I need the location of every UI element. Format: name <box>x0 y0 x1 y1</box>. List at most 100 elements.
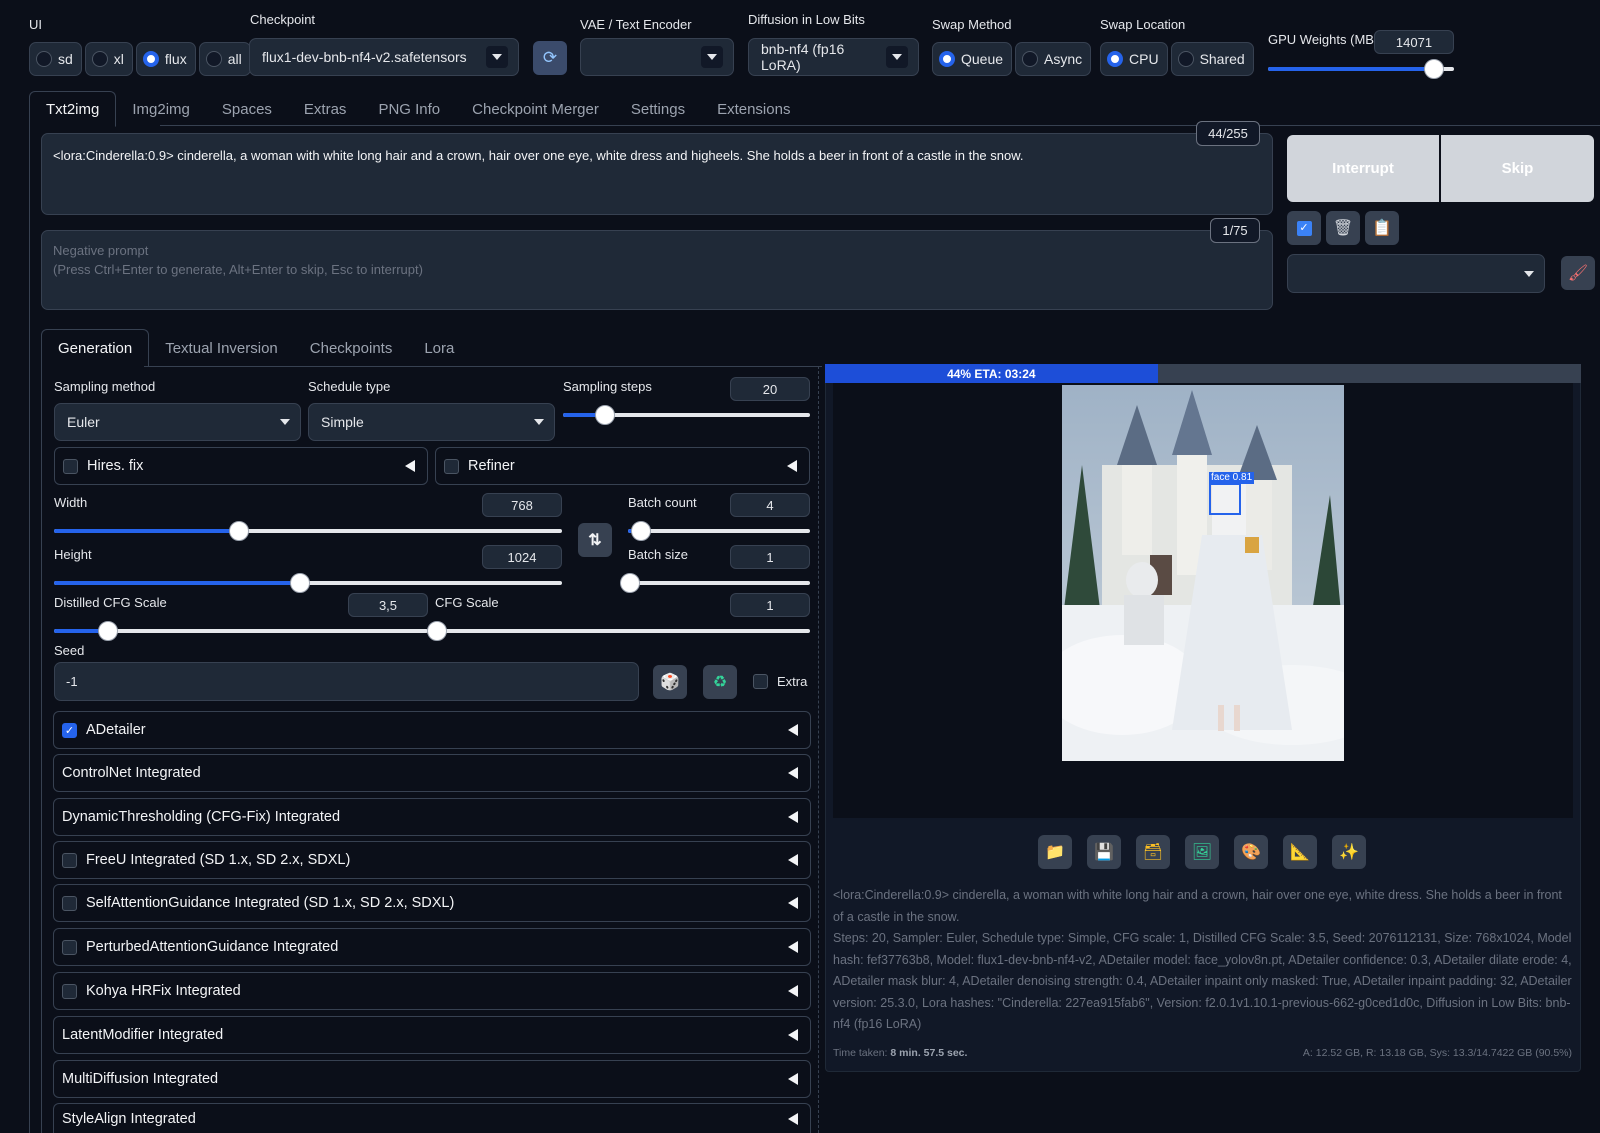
tab-lora[interactable]: Lora <box>408 329 470 367</box>
slider-handle[interactable] <box>228 521 249 541</box>
save-icon: 💾 <box>1094 844 1114 861</box>
edit-styles-button[interactable]: 🖌 <box>1561 256 1595 290</box>
gpu-weights-slider[interactable] <box>1268 59 1454 79</box>
tab-extras[interactable]: Extras <box>288 91 363 127</box>
distilled-cfg-slider[interactable] <box>54 621 428 641</box>
sampling-method-dropdown[interactable]: Euler <box>54 403 301 441</box>
height-slider[interactable] <box>54 573 562 593</box>
extra-seed-toggle[interactable]: Extra <box>753 674 807 689</box>
apply-styles-button[interactable]: ✓ <box>1287 211 1321 245</box>
swap-method-queue[interactable]: Queue <box>932 42 1013 76</box>
accordion-stylealign[interactable]: StyleAlign Integrated <box>53 1103 811 1133</box>
batch-size-label: Batch size <box>628 547 688 562</box>
vae-dropdown[interactable] <box>580 38 734 76</box>
batch-size-slider[interactable] <box>620 573 810 593</box>
extra-checkbox[interactable] <box>753 674 768 689</box>
interrupt-button[interactable]: Interrupt <box>1287 135 1439 202</box>
accordion-perturbed-attention-guidance[interactable]: PerturbedAttentionGuidance Integrated <box>53 928 811 966</box>
tab-settings[interactable]: Settings <box>615 91 701 127</box>
slider-handle[interactable] <box>1423 59 1444 79</box>
tab-img2img[interactable]: Img2img <box>116 91 206 127</box>
width-slider[interactable] <box>54 521 562 541</box>
clipboard-icon: 📋 <box>1372 220 1392 237</box>
accordion-freeu[interactable]: FreeU Integrated (SD 1.x, SD 2.x, SDXL) <box>53 841 811 879</box>
slider-handle[interactable] <box>289 573 310 593</box>
open-folder-button[interactable]: 📁 <box>1038 835 1072 869</box>
reuse-seed-button[interactable]: ♻ <box>703 665 737 699</box>
batch-count-input[interactable]: 4 <box>730 493 810 517</box>
gpu-weights-input[interactable]: 14071 <box>1374 30 1454 54</box>
adetailer-checkbox[interactable]: ✓ <box>62 722 77 738</box>
refiner-checkbox[interactable] <box>444 458 459 474</box>
accordion-latent-modifier[interactable]: LatentModifier Integrated <box>53 1016 811 1054</box>
ui-option-sd[interactable]: sd <box>29 42 82 76</box>
distilled-cfg-input[interactable]: 3,5 <box>348 593 428 617</box>
swap-method-async[interactable]: Async <box>1015 42 1092 76</box>
sampling-steps-slider[interactable] <box>563 405 810 425</box>
height-input[interactable]: 1024 <box>482 545 562 569</box>
ui-radio-group: sd xl flux all <box>29 42 251 76</box>
ui-option-xl[interactable]: xl <box>84 42 133 76</box>
cfg-scale-slider[interactable] <box>427 621 810 641</box>
hires-fix-checkbox[interactable] <box>63 458 78 474</box>
upscale-button[interactable]: ✨ <box>1332 835 1366 869</box>
random-seed-button[interactable]: 🎲 <box>653 665 687 699</box>
tab-textual-inversion[interactable]: Textual Inversion <box>149 329 294 367</box>
paste-params-button[interactable]: 📋 <box>1365 211 1399 245</box>
accordion-multidiffusion[interactable]: MultiDiffusion Integrated <box>53 1060 811 1098</box>
tab-checkpoints[interactable]: Checkpoints <box>294 329 409 367</box>
tab-extensions[interactable]: Extensions <box>701 91 806 127</box>
kohya-checkbox[interactable] <box>62 983 77 999</box>
ui-option-flux[interactable]: flux <box>135 42 196 76</box>
cfg-scale-input[interactable]: 1 <box>730 593 810 617</box>
accordion-adetailer[interactable]: ✓ ADetailer <box>53 711 811 749</box>
styles-dropdown[interactable] <box>1287 254 1545 293</box>
tab-generation[interactable]: Generation <box>41 329 150 367</box>
refresh-checkpoint-button[interactable]: ⟳ <box>533 41 567 75</box>
negative-prompt-textarea[interactable]: Negative prompt (Press Ctrl+Enter to gen… <box>41 230 1273 310</box>
batch-size-input[interactable]: 1 <box>730 545 810 569</box>
send-to-extras-button[interactable]: 📐 <box>1283 835 1317 869</box>
swap-dimensions-button[interactable]: ⇅ <box>578 523 612 557</box>
refiner-accordion[interactable]: Refiner <box>435 447 810 485</box>
diffusion-dropdown[interactable]: bnb-nf4 (fp16 LoRA) <box>748 38 919 76</box>
width-input[interactable]: 768 <box>482 493 562 517</box>
ui-option-all[interactable]: all <box>198 42 251 76</box>
freeu-checkbox[interactable] <box>62 852 77 868</box>
send-to-inpaint-button[interactable]: 🎨 <box>1234 835 1268 869</box>
slider-handle[interactable] <box>98 621 119 641</box>
accordion-controlnet[interactable]: ControlNet Integrated <box>53 754 811 792</box>
save-button[interactable]: 💾 <box>1087 835 1121 869</box>
seed-input[interactable]: -1 <box>54 662 639 701</box>
swap-location-shared[interactable]: Shared <box>1170 42 1254 76</box>
sampling-method-label: Sampling method <box>54 379 156 394</box>
sampling-steps-input[interactable]: 20 <box>730 377 810 401</box>
send-to-img2img-button[interactable]: 🖼 <box>1185 835 1219 869</box>
tab-png-info[interactable]: PNG Info <box>362 91 456 127</box>
sag-checkbox[interactable] <box>62 895 77 911</box>
slider-handle[interactable] <box>427 621 447 641</box>
swap-location-cpu[interactable]: CPU <box>1100 42 1168 76</box>
batch-count-slider[interactable] <box>628 521 810 541</box>
chevron-down-icon <box>534 419 544 425</box>
zip-button[interactable]: 🗃 <box>1136 835 1170 869</box>
schedule-type-dropdown[interactable]: Simple <box>308 403 555 441</box>
prompt-textarea[interactable]: <lora:Cinderella:0.9> cinderella, a woma… <box>41 133 1273 215</box>
skip-button[interactable]: Skip <box>1441 135 1594 202</box>
tab-txt2img[interactable]: Txt2img <box>29 91 117 127</box>
accordion-dynamic-thresholding[interactable]: DynamicThresholding (CFG-Fix) Integrated <box>53 798 811 836</box>
slider-handle[interactable] <box>594 405 615 425</box>
negative-prompt-label: Negative prompt <box>53 243 149 258</box>
pag-checkbox[interactable] <box>62 939 77 955</box>
tab-checkpoint-merger[interactable]: Checkpoint Merger <box>456 91 615 127</box>
generated-image[interactable]: face 0.81 <box>1062 385 1344 761</box>
checkpoint-dropdown[interactable]: flux1-dev-bnb-nf4-v2.safetensors <box>249 38 519 76</box>
tabs-divider <box>160 125 1600 126</box>
slider-handle[interactable] <box>630 521 651 541</box>
accordion-self-attention-guidance[interactable]: SelfAttentionGuidance Integrated (SD 1.x… <box>53 884 811 922</box>
hires-fix-accordion[interactable]: Hires. fix <box>54 447 428 485</box>
clear-prompt-button[interactable]: 🗑 <box>1326 211 1360 245</box>
slider-handle[interactable] <box>620 573 640 593</box>
tab-spaces[interactable]: Spaces <box>206 91 288 127</box>
accordion-kohya-hrfix[interactable]: Kohya HRFix Integrated <box>53 972 811 1010</box>
